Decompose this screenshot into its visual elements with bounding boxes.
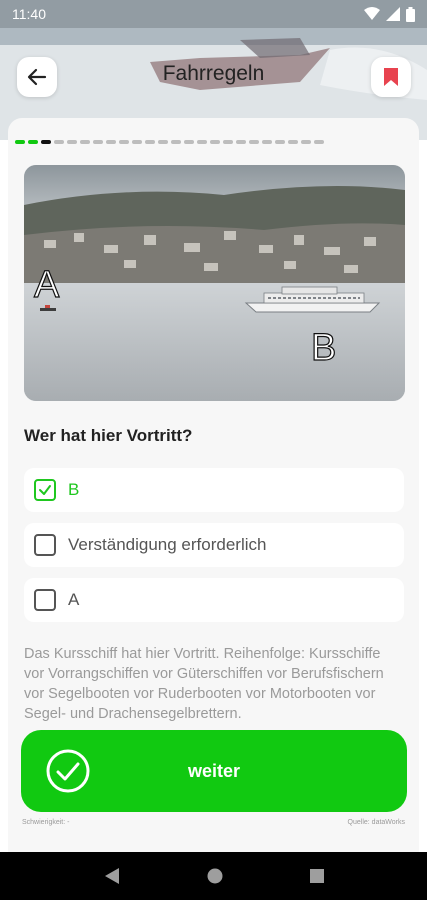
progress-segment [41, 140, 51, 144]
answer-option-1[interactable]: B [24, 468, 404, 512]
photo-label-b: B [311, 327, 336, 369]
checkbox[interactable] [34, 534, 56, 556]
progress-segment [262, 140, 272, 144]
nav-recents-icon[interactable] [309, 869, 324, 883]
weiter-button[interactable]: weiter [21, 730, 407, 812]
page-title: Fahrregeln [162, 62, 265, 85]
progress-segment [314, 140, 324, 144]
progress-segment [288, 140, 298, 144]
progress-segment [145, 140, 155, 144]
progress-segment [106, 140, 116, 144]
progress-segment [236, 140, 246, 144]
progress-segment [54, 140, 64, 144]
bookmark-button[interactable] [371, 57, 411, 97]
answer-option-label: A [68, 590, 80, 609]
explanation-text: Das Kursschiff hat hier Vortritt. Reihen… [24, 646, 384, 722]
answer-option-3[interactable]: A [24, 578, 404, 622]
checkbox[interactable] [34, 589, 56, 611]
progress-segment [249, 140, 259, 144]
progress-segment [210, 140, 220, 144]
system-navigation-bar [0, 852, 427, 900]
status-time: 11:40 [12, 6, 46, 22]
progress-segment [15, 140, 25, 144]
answer-option-label: B [68, 480, 80, 499]
wifi-icon [364, 7, 380, 20]
progress-segment [28, 140, 38, 144]
question-image: A B [24, 165, 405, 401]
photo-label-a: A [34, 264, 60, 306]
progress-segment [223, 140, 233, 144]
progress-segment [67, 140, 77, 144]
weiter-button-label: weiter [187, 760, 241, 781]
progress-segment [93, 140, 103, 144]
progress-segment [132, 140, 142, 144]
answer-option-label: Verständigung erforderlich [68, 535, 267, 554]
progress-segment [197, 140, 207, 144]
checkbox[interactable] [34, 479, 56, 501]
question-text: Wer hat hier Vortritt? [24, 426, 193, 445]
battery-icon [406, 6, 415, 22]
status-bar: 11:40 [0, 0, 427, 28]
check-circle-icon [46, 749, 90, 793]
progress-segment [158, 140, 168, 144]
progress-segment [171, 140, 181, 144]
answer-option-2[interactable]: Verständigung erforderlich [24, 523, 404, 567]
difficulty-text: Schwierigkeit: - [22, 819, 70, 826]
signal-icon [386, 7, 400, 21]
progress-segment [119, 140, 129, 144]
progress-segment [184, 140, 194, 144]
nav-back-icon[interactable] [104, 867, 120, 885]
checkmark-icon [39, 485, 51, 495]
progress-indicator [15, 140, 324, 144]
progress-segment [275, 140, 285, 144]
progress-segment [80, 140, 90, 144]
progress-segment [301, 140, 311, 144]
nav-home-icon[interactable] [207, 868, 223, 884]
source-text: Quelle: dataWorks [347, 819, 405, 826]
bookmark-icon [384, 68, 398, 86]
